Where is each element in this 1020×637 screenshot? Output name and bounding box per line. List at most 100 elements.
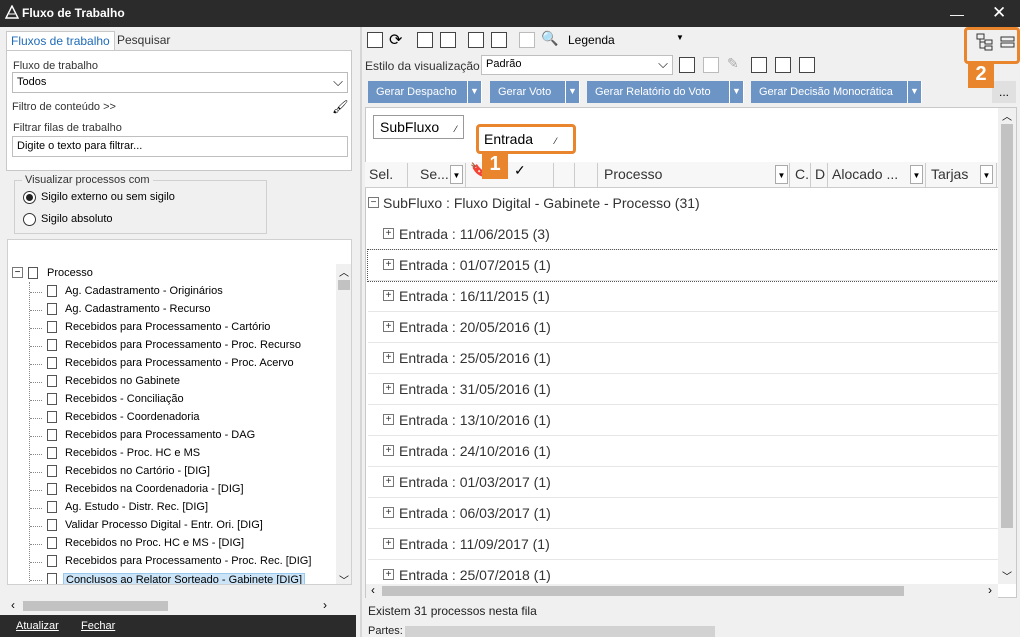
expand-icon[interactable]: + [383, 445, 394, 456]
tab-fluxos[interactable]: Fluxos de trabalho [6, 31, 115, 50]
scroll-right-icon[interactable]: › [988, 583, 992, 597]
tab-pesquisar[interactable]: Pesquisar [113, 31, 174, 50]
tree-item-label: Validar Processo Digital - Entr. Ori. [D… [65, 519, 263, 531]
expand-icon[interactable]: + [383, 383, 394, 394]
generate-vote-label: Gerar Voto [498, 86, 552, 98]
close-icon[interactable]: ✕ [992, 3, 1006, 23]
expand-icon[interactable]: + [383, 228, 394, 239]
group-header-row[interactable]: − SubFluxo : Fluxo Digital - Gabinete - … [368, 193, 998, 219]
group-collapse-icon[interactable]: − [368, 197, 379, 208]
splitter[interactable] [360, 27, 362, 637]
generate-decision-button[interactable]: Gerar Decisão Monocrática ▼ [751, 81, 922, 103]
expand-icon[interactable]: + [383, 507, 394, 518]
grid-hscrollbar[interactable]: ‹ › [366, 583, 998, 598]
group-row[interactable]: + Entrada : 31/05/2016 (1) [368, 374, 998, 405]
minimize-icon[interactable]: — [950, 6, 964, 22]
more-button[interactable]: ... [992, 81, 1016, 103]
group-row[interactable]: + Entrada : 01/03/2017 (1) [368, 467, 998, 498]
tree-item-label: Recebidos - Coordenadoria [65, 411, 200, 423]
check-list-icon[interactable] [417, 32, 433, 48]
grid-vscrollbar[interactable]: ︿ ﹀ [998, 108, 1016, 584]
group-row[interactable]: + Entrada : 25/05/2016 (1) [368, 343, 998, 374]
refresh-icon[interactable]: ⟳ [389, 30, 402, 50]
copy-icon[interactable] [440, 32, 456, 48]
tree-collapse-toggle-icon[interactable]: − [12, 267, 23, 278]
workflow-select[interactable]: Todos ⌵ [12, 72, 348, 93]
generate-dispatch-button[interactable]: Gerar Despacho ▼ [368, 81, 482, 103]
group-row[interactable]: + Entrada : 16/11/2015 (1) [368, 281, 998, 312]
layout-icon[interactable] [799, 57, 815, 73]
move-icon[interactable] [468, 32, 484, 48]
dropdown-arrow-icon[interactable]: ▼ [729, 81, 743, 103]
legend-dropdown-arrow-icon[interactable]: ▼ [676, 33, 684, 42]
group-row[interactable]: + Entrada : 01/07/2015 (1) [367, 249, 999, 282]
grid-vscroll-thumb[interactable] [1001, 124, 1013, 528]
col-d[interactable]: D [811, 163, 828, 187]
content-filter-link[interactable]: Filtro de conteúdo >> [12, 101, 116, 113]
dropdown-arrow-icon[interactable]: ▼ [467, 81, 481, 103]
expand-icon[interactable]: + [383, 414, 394, 425]
grid-hscroll-thumb[interactable] [382, 586, 904, 596]
tree-scrollbar[interactable]: ︿ ﹀ [336, 264, 351, 584]
tree-line [30, 490, 42, 491]
view-style-value: Padrão [486, 58, 522, 70]
legend-dropdown[interactable]: Legenda [568, 33, 615, 47]
close-button[interactable]: Fechar [81, 620, 115, 632]
col-processo-filter-icon[interactable]: ▼ [775, 165, 788, 184]
expand-icon[interactable]: + [383, 259, 394, 270]
tree-item-label: Recebidos na Coordenadoria - [DIG] [65, 483, 244, 495]
scroll-left-icon[interactable]: ‹ [11, 598, 15, 612]
dropdown-arrow-icon[interactable]: ▼ [565, 81, 579, 103]
radio-absolute[interactable] [23, 213, 36, 226]
save-icon[interactable] [679, 57, 695, 73]
brush-icon[interactable]: 🖌 [332, 99, 349, 115]
radio-external[interactable] [23, 191, 36, 204]
col-tarjas-filter-icon[interactable]: ▼ [980, 165, 993, 184]
tree-line [30, 544, 42, 545]
search-document-icon[interactable]: 🔍 [541, 30, 558, 47]
view-style-select[interactable]: Padrão ⌵ [481, 55, 673, 75]
add-disabled-icon [519, 32, 535, 48]
group-row[interactable]: + Entrada : 11/06/2015 (3) [368, 219, 998, 250]
group-row[interactable]: + Entrada : 13/10/2016 (1) [368, 405, 998, 436]
scroll-left-icon[interactable]: ‹ [371, 583, 375, 597]
dropdown-arrow-icon[interactable]: ▼ [907, 81, 921, 103]
scroll-up-icon[interactable]: ︿ [1002, 108, 1012, 123]
new-document-icon[interactable] [367, 32, 383, 48]
tree-line [30, 526, 42, 527]
expand-icon[interactable]: + [383, 569, 394, 580]
refresh-button[interactable]: Atualizar [16, 620, 59, 632]
col-se-filter-icon[interactable]: ▼ [450, 165, 463, 184]
excel-icon[interactable] [751, 57, 767, 73]
group-row[interactable]: + Entrada : 24/10/2016 (1) [368, 436, 998, 467]
scroll-right-icon[interactable]: › [323, 598, 327, 612]
col-c[interactable]: C. [791, 163, 811, 187]
tree-item-label: Recebidos no Cartório - [DIG] [65, 465, 210, 477]
check-icon[interactable]: ✓ [514, 162, 526, 179]
expand-icon[interactable]: + [383, 476, 394, 487]
tree-hscroll-thumb[interactable] [23, 601, 168, 611]
group-row[interactable]: + Entrada : 11/09/2017 (1) [368, 529, 998, 560]
scroll-down-icon[interactable]: ﹀ [339, 572, 349, 584]
queue-filter-input[interactable]: Digite o texto para filtrar... [12, 136, 348, 157]
group-row-label: Entrada : 25/05/2016 (1) [399, 350, 551, 366]
group-row[interactable]: + Entrada : 06/03/2017 (1) [368, 498, 998, 529]
group-chip-subfluxo[interactable]: SubFluxo ⁄ [373, 115, 464, 139]
expand-icon[interactable]: + [383, 352, 394, 363]
group-row[interactable]: + Entrada : 20/05/2016 (1) [368, 312, 998, 343]
group-row-label: Entrada : 31/05/2016 (1) [399, 381, 551, 397]
export-icon[interactable] [491, 32, 507, 48]
col-processo[interactable]: Processo [600, 163, 790, 187]
expand-icon[interactable]: + [383, 321, 394, 332]
generate-report-button[interactable]: Gerar Relatório do Voto ▼ [587, 81, 744, 103]
tree-hscrollbar[interactable]: ‹ › [7, 598, 352, 613]
scroll-down-icon[interactable]: ﹀ [1002, 568, 1012, 583]
expand-icon[interactable]: + [383, 538, 394, 549]
generate-vote-button[interactable]: Gerar Voto ▼ [490, 81, 580, 103]
col-sel[interactable]: Sel. [365, 163, 408, 187]
list-icon[interactable] [775, 57, 791, 73]
scroll-up-icon[interactable]: ︿ [339, 264, 349, 279]
tree-scroll-thumb[interactable] [338, 280, 350, 290]
col-alocado-filter-icon[interactable]: ▼ [910, 165, 923, 184]
expand-icon[interactable]: + [383, 290, 394, 301]
